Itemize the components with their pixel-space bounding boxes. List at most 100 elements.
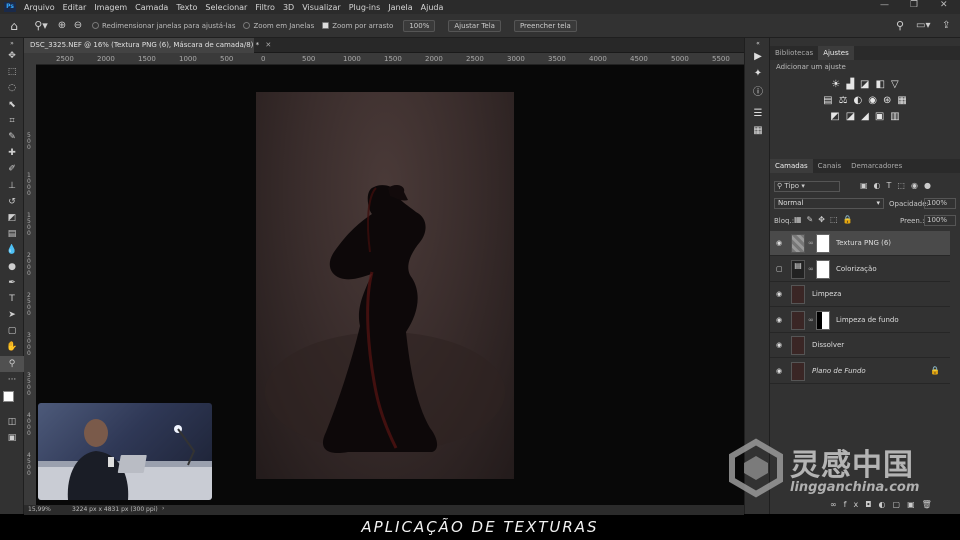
scrubby-zoom-checkbox[interactable] [322, 22, 330, 29]
home-icon[interactable]: ⌂ [0, 19, 28, 33]
layer-filter-select[interactable]: ⚲ Tipo ▾ [774, 181, 840, 192]
layer-filter-icons[interactable]: ▣◐T⬚◉● [860, 181, 937, 190]
share-icon[interactable]: ⇪ [942, 20, 950, 31]
menu-item[interactable]: Camada [131, 3, 172, 12]
eye-icon[interactable]: ◉ [776, 239, 782, 247]
menu-item[interactable]: Imagem [90, 3, 131, 12]
history-brush-tool-icon[interactable]: ↺ [0, 194, 24, 210]
menu-item[interactable]: Arquivo [20, 3, 59, 12]
opacity-input[interactable]: 100% [924, 198, 956, 209]
zoom-all-option[interactable]: Zoom em Janelas [243, 22, 314, 30]
document-tab[interactable]: DSC_3325.NEF @ 16% (Textura PNG (6), Más… [24, 38, 271, 53]
blur-tool-icon[interactable]: 💧 [0, 242, 24, 258]
menu-item[interactable]: Ajuda [417, 3, 448, 12]
levels-icon[interactable]: ▟ [846, 79, 854, 90]
layer-row[interactable]: ◉ ∞ Limpeza de fundo [770, 308, 950, 333]
layer-row[interactable]: ◉ Dissolver [770, 333, 950, 359]
close-tab-icon[interactable]: ✕ [265, 41, 271, 49]
menu-item[interactable]: Janela [384, 3, 416, 12]
workspace-icon[interactable]: ▭▾ [916, 20, 930, 31]
curves-icon[interactable]: ◪ [860, 79, 869, 90]
eye-icon[interactable]: ◉ [776, 316, 782, 324]
channel-mixer-icon[interactable]: ⊛ [883, 95, 891, 106]
strip-collapse-icon[interactable]: « [745, 38, 771, 48]
tab-libraries[interactable]: Bibliotecas [770, 46, 818, 60]
photo-filter-icon[interactable]: ◉ [868, 95, 877, 106]
menu-item[interactable]: Plug-ins [345, 3, 385, 12]
layer-row[interactable]: ▢ ▤ ∞ Colorização [770, 257, 950, 282]
menu-item[interactable]: Editar [59, 3, 91, 12]
mask-link-icon[interactable]: ∞ [808, 239, 814, 247]
mask-link-icon[interactable]: ∞ [808, 316, 814, 324]
adjustments-icon[interactable]: ✦ [745, 65, 771, 82]
type-tool-icon[interactable]: T [0, 291, 24, 307]
dodge-tool-icon[interactable]: ● [0, 258, 24, 274]
spot-healing-tool-icon[interactable]: ✚ [0, 145, 24, 161]
menu-item[interactable]: Selecionar [201, 3, 251, 12]
black-white-icon[interactable]: ◐ [854, 95, 863, 106]
resize-windows-option[interactable]: Redimensionar janelas para ajustá-las [92, 22, 235, 30]
menu-item[interactable]: Texto [172, 3, 201, 12]
status-menu-icon[interactable]: › [162, 505, 164, 512]
layer-mask-thumbnail[interactable] [816, 234, 830, 253]
zoom-in-icon[interactable]: ⊕ [54, 20, 70, 31]
crop-tool-icon[interactable]: ⌗ [0, 113, 24, 129]
eyedropper-tool-icon[interactable]: ✎ [0, 129, 24, 145]
lock-icons[interactable]: ▦✎✥⬚🔒 [794, 215, 857, 224]
color-swatches[interactable] [0, 388, 24, 414]
resize-windows-checkbox[interactable] [92, 22, 99, 29]
tab-paths[interactable]: Demarcadores [846, 159, 907, 173]
search-icon[interactable]: ⚲ [896, 19, 904, 32]
marquee-tool-icon[interactable]: ⬚ [0, 64, 24, 80]
eraser-tool-icon[interactable]: ◩ [0, 210, 24, 226]
quick-mask-icon[interactable]: ◫ [0, 414, 24, 430]
minimize-icon[interactable]: — [880, 0, 889, 10]
hue-saturation-icon[interactable]: ▤ [823, 95, 832, 106]
brightness-contrast-icon[interactable]: ☀ [831, 79, 840, 90]
screen-mode-icon[interactable]: ▣ [0, 430, 24, 446]
tab-channels[interactable]: Canais [813, 159, 847, 173]
hand-tool-icon[interactable]: ✋ [0, 339, 24, 355]
document-photo[interactable] [256, 92, 514, 479]
brush-tool-icon[interactable]: ✐ [0, 161, 24, 177]
zoom-tool-icon[interactable]: ⚲ [0, 355, 24, 372]
layer-row[interactable]: ◉ Plano de Fundo 🔒 [770, 359, 950, 384]
horizontal-ruler[interactable]: 2500 2000 1500 1000 500 0 500 1000 1500 2000 2500 3… [36, 53, 744, 65]
gradient-tool-icon[interactable]: ▤ [0, 226, 24, 242]
pen-tool-icon[interactable]: ✒ [0, 275, 24, 291]
tab-layers[interactable]: Camadas [770, 159, 813, 173]
info-icon[interactable]: ⓘ [745, 82, 771, 99]
layer-mask-thumbnail[interactable] [816, 259, 830, 279]
selective-color-icon[interactable]: ▣ [875, 111, 884, 122]
fill-screen-button[interactable]: Preencher tela [513, 19, 577, 32]
zoom-out-icon[interactable]: ⊖ [70, 20, 86, 31]
color-balance-icon[interactable]: ⚖ [839, 95, 848, 106]
layer-row[interactable]: ◉ Limpeza [770, 282, 950, 308]
move-tool-icon[interactable]: ✥ [0, 48, 24, 64]
menu-item[interactable]: Filtro [251, 3, 279, 12]
zoom-100-button[interactable]: 100% [403, 19, 436, 32]
properties-icon[interactable]: ☰ [745, 105, 771, 122]
eye-icon[interactable]: ◉ [776, 341, 782, 349]
gradient-map-icon[interactable]: ▥ [890, 111, 899, 122]
maximize-icon[interactable]: ❐ [910, 0, 918, 10]
foreground-color-swatch[interactable] [3, 390, 14, 402]
clone-stamp-tool-icon[interactable]: ⊥ [0, 178, 24, 194]
layer-mask-thumbnail[interactable] [816, 310, 830, 330]
color-lookup-icon[interactable]: ▦ [897, 95, 906, 106]
menu-item[interactable]: 3D [279, 3, 298, 12]
vertical-ruler[interactable]: 5 0 0 1 0 0 0 1 5 0 0 2 0 0 0 2 5 0 0 3 0 0 0… [24, 65, 36, 505]
eye-icon[interactable]: ◉ [776, 290, 782, 298]
toolbar-collapse-icon[interactable]: » [0, 38, 24, 48]
zoom-readout[interactable]: 15,99% [28, 506, 51, 513]
scrubby-zoom-option[interactable]: Zoom por arrasto [322, 22, 393, 30]
tab-adjustments[interactable]: Ajustes [818, 46, 854, 60]
zoom-tool-preset-icon[interactable]: ⚲▾ [28, 19, 54, 32]
lock-icon[interactable]: 🔒 [930, 366, 940, 375]
invert-icon[interactable]: ◩ [830, 111, 839, 122]
posterize-icon[interactable]: ◪ [846, 111, 855, 122]
close-icon[interactable]: ✕ [940, 0, 948, 10]
edit-toolbar-icon[interactable]: ··· [0, 372, 24, 388]
rectangle-tool-icon[interactable]: ▢ [0, 323, 24, 339]
fill-input[interactable]: 100% [924, 215, 956, 226]
